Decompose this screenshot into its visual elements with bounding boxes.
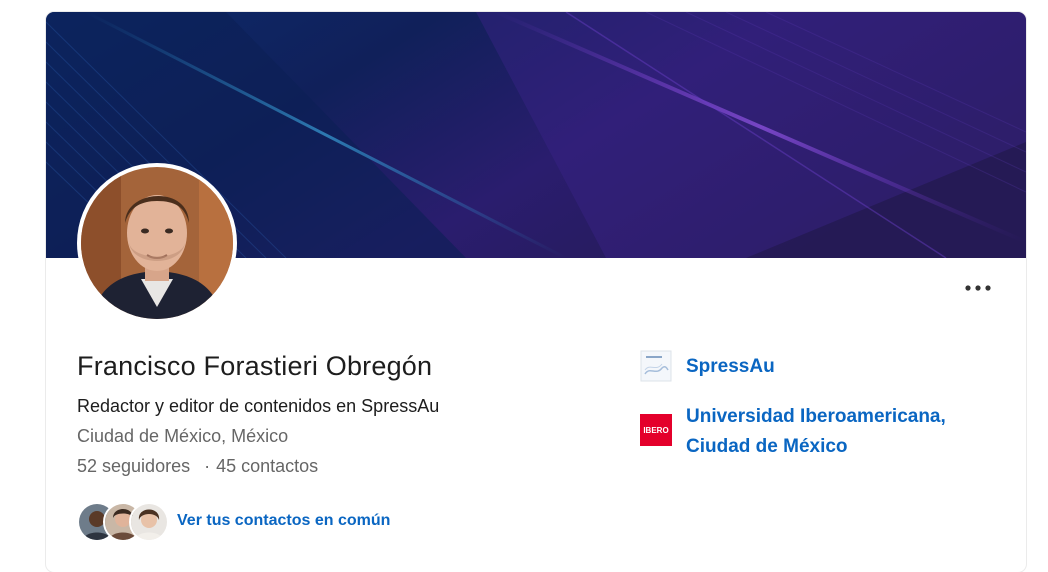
- profile-name: Francisco Forastieri Obregón: [77, 351, 433, 381]
- ibero-logo-text: IBERO: [643, 426, 668, 435]
- org-name-ibero-line2[interactable]: Ciudad de México: [686, 432, 946, 462]
- more-horizontal-icon: [965, 285, 991, 291]
- profile-card: Francisco Forastieri Obregón Redactor y …: [46, 12, 1026, 572]
- ibero-logo-icon: IBERO: [640, 414, 672, 446]
- profile-avatar[interactable]: [77, 163, 237, 323]
- mutual-avatar: [129, 502, 169, 542]
- mutual-avatars: [77, 502, 169, 542]
- followers-count[interactable]: 52 seguidores: [77, 456, 190, 476]
- stats-separator: ·: [204, 456, 211, 476]
- mutual-connections-label[interactable]: Ver tus contactos en común: [177, 512, 390, 530]
- org-name-spressau[interactable]: SpressAu: [686, 352, 775, 382]
- profile-headline: Redactor y editor de contenidos en Spres…: [77, 396, 440, 416]
- profile-location: Ciudad de México, México: [77, 426, 289, 446]
- org-current-company[interactable]: SpressAu: [640, 350, 775, 382]
- mutual-connections-link[interactable]: Ver tus contactos en común: [77, 502, 390, 542]
- profile-stats: 52 seguidores · 45 contactos: [77, 456, 318, 477]
- connections-count[interactable]: 45 contactos: [216, 456, 318, 476]
- more-actions-button[interactable]: [958, 274, 998, 302]
- spressau-logo-icon: [640, 350, 672, 382]
- org-name-ibero-line1[interactable]: Universidad Iberoamericana,: [686, 402, 946, 432]
- org-education[interactable]: IBERO Universidad Iberoamericana, Ciudad…: [640, 402, 946, 462]
- profile-photo: [81, 167, 233, 319]
